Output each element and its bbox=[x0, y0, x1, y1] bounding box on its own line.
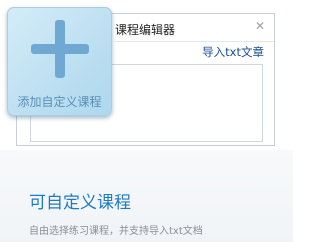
plus-bar-vertical bbox=[55, 20, 65, 78]
editor-title: 课程编辑器 bbox=[115, 23, 176, 37]
title-divider bbox=[115, 41, 274, 42]
feature-description: 自由选择练习课程，并支持导入txt文档 bbox=[29, 226, 203, 237]
feature-illustration: 课程编辑器 ✕ 导入txt文章 添加自定义课程 bbox=[0, 0, 293, 155]
plus-icon bbox=[31, 20, 89, 78]
add-custom-course-button[interactable]: 添加自定义课程 bbox=[7, 7, 112, 116]
close-icon[interactable]: ✕ bbox=[253, 19, 267, 33]
feature-title: 可自定义课程 bbox=[29, 193, 131, 213]
add-course-label: 添加自定义课程 bbox=[17, 95, 102, 109]
import-txt-link[interactable]: 导入txt文章 bbox=[202, 44, 264, 60]
